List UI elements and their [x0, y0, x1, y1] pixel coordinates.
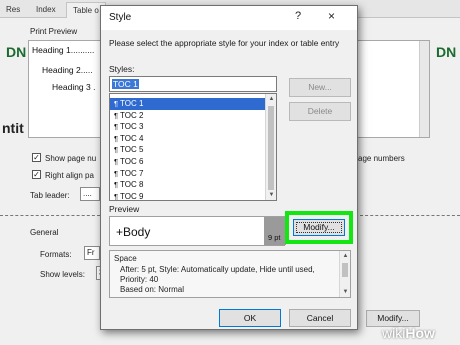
style-item-toc-6[interactable]: ¶ TOC 6 — [110, 156, 266, 168]
style-item-toc-7[interactable]: ¶ TOC 7 — [110, 168, 266, 180]
preview-font-size: 9 pt — [268, 233, 281, 242]
right-align-label: Right align pa — [45, 171, 94, 180]
watermark-suffix: How — [405, 325, 435, 341]
description-line: Based on: Normal — [120, 285, 185, 294]
formats-select[interactable]: Fr — [84, 246, 100, 260]
preview-heading-3: Heading 3 . — [52, 82, 96, 92]
show-page-numbers-checkbox[interactable]: ✓ — [32, 153, 41, 162]
tab-leader-label: Tab leader: — [30, 191, 70, 200]
paragraph-icon: ¶ — [114, 133, 119, 143]
paragraph-icon: ¶ — [114, 110, 119, 120]
scroll-down-icon[interactable]: ▼ — [267, 190, 276, 200]
font-size-box: 9 pt — [264, 217, 286, 245]
style-name-value: TOC 1 — [112, 79, 139, 89]
paragraph-icon: ¶ — [114, 145, 119, 155]
description-scrollbar[interactable]: ▲ ▼ — [339, 251, 350, 297]
styles-label: Styles: — [109, 64, 135, 74]
style-dialog: Style ? × Please select the appropriate … — [100, 5, 358, 330]
style-item-toc-8[interactable]: ¶ TOC 8 — [110, 179, 266, 191]
description-line: After: 5 pt, Style: Automatically update… — [120, 265, 315, 274]
style-item-label: TOC 7 — [120, 168, 144, 178]
scroll-thumb[interactable] — [342, 263, 348, 277]
tab-index[interactable]: Index — [30, 2, 62, 18]
tab-res[interactable]: Res — [0, 2, 26, 18]
paragraph-icon: ¶ — [114, 122, 119, 132]
style-item-label: TOC 9 — [120, 191, 144, 201]
general-label: General — [30, 228, 59, 237]
styles-list-scrollbar[interactable]: ▲ ▼ — [265, 94, 276, 200]
style-item-toc-9[interactable]: ¶ TOC 9 — [110, 191, 266, 201]
style-preview: +Body 9 pt — [109, 216, 286, 246]
style-item-toc-4[interactable]: ¶ TOC 4 — [110, 133, 266, 145]
style-item-label: TOC 3 — [120, 122, 144, 132]
paragraph-icon: ¶ — [114, 157, 119, 166]
styles-list[interactable]: ¶ TOC 1 ¶ TOC 2 ¶ TOC 3 ¶ TOC 4 ¶ TOC 5 ¶ TOC … — [109, 93, 277, 201]
paragraph-icon: ¶ — [114, 191, 119, 201]
preview-font-name: +Body — [116, 225, 151, 239]
watermark-prefix: wiki — [382, 325, 406, 341]
paragraph-icon: ¶ — [114, 168, 119, 178]
show-levels-label: Show levels: — [40, 270, 85, 279]
scroll-down-icon[interactable]: ▼ — [341, 287, 350, 297]
right-align-checkbox[interactable]: ✓ — [32, 170, 41, 179]
print-preview-label: Print Preview — [30, 27, 78, 36]
delete-button[interactable]: Delete — [289, 102, 351, 121]
scroll-up-icon[interactable]: ▲ — [267, 94, 276, 104]
new-button[interactable]: New... — [289, 78, 351, 97]
help-icon[interactable]: ? — [295, 10, 301, 22]
scroll-thumb[interactable] — [268, 106, 274, 190]
formats-label: Formats: — [40, 250, 72, 259]
cancel-button[interactable]: Cancel — [289, 309, 351, 327]
dialog-title: Style — [109, 12, 132, 23]
preview-label: Preview — [109, 204, 140, 214]
right-fragment-dn: DN — [436, 44, 457, 60]
scroll-up-icon[interactable]: ▲ — [341, 251, 350, 261]
show-page-numbers-label: Show page nu — [45, 154, 97, 163]
style-item-toc-1[interactable]: ¶ TOC 1 — [110, 98, 266, 110]
web-preview-box — [350, 40, 430, 138]
left-fragment-ntit: ntit — [2, 120, 24, 136]
paragraph-icon: ¶ — [114, 180, 119, 190]
web-preview-scrollbar[interactable] — [419, 41, 429, 137]
close-icon[interactable]: × — [328, 9, 335, 23]
left-fragment-dn: DN — [6, 44, 27, 60]
style-item-label: TOC 2 — [120, 110, 144, 120]
style-item-label: TOC 1 — [120, 99, 144, 108]
ok-button[interactable]: OK — [219, 309, 281, 327]
divider-left — [0, 215, 100, 216]
description-line: Space — [114, 254, 137, 263]
style-item-label: TOC 8 — [120, 180, 144, 190]
style-item-label: TOC 5 — [120, 145, 144, 155]
instruction-text: Please select the appropriate style for … — [109, 38, 340, 48]
style-item-toc-5[interactable]: ¶ TOC 5 — [110, 144, 266, 156]
divider-right — [360, 215, 460, 216]
use-hyperlinks-label: age numbers — [358, 154, 405, 163]
style-item-label: TOC 6 — [120, 157, 144, 166]
style-item-label: TOC 4 — [120, 133, 144, 143]
wikihow-watermark: wikiHow — [382, 325, 435, 341]
preview-heading-1: Heading 1.......... — [32, 45, 95, 55]
modify-highlight: Modify... — [285, 211, 353, 244]
modify-button[interactable]: Modify... — [293, 219, 345, 236]
paragraph-icon: ¶ — [114, 99, 119, 108]
style-description: Space After: 5 pt, Style: Automatically … — [109, 250, 351, 298]
style-item-toc-2[interactable]: ¶ TOC 2 — [110, 110, 266, 122]
style-item-toc-3[interactable]: ¶ TOC 3 — [110, 121, 266, 133]
preview-heading-2: Heading 2..... — [42, 65, 93, 75]
style-name-input[interactable]: TOC 1 — [109, 76, 277, 92]
title-bar: Style ? × — [101, 6, 357, 30]
description-line: Priority: 40 — [120, 275, 159, 284]
tab-leader-select[interactable]: .... — [80, 187, 100, 201]
